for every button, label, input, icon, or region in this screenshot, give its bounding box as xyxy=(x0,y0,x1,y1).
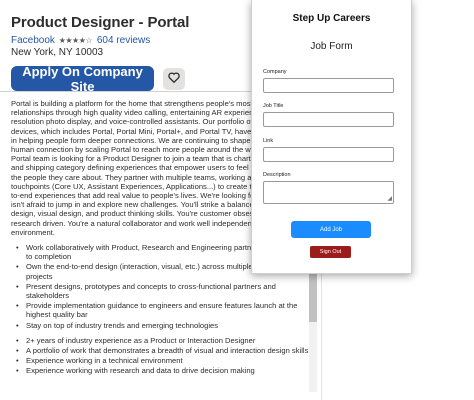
sign-out-button[interactable]: Sign Out xyxy=(310,246,351,258)
job-form-panel: Step Up Careers Job Form Company Job Tit… xyxy=(251,0,412,274)
list-item: A portfolio of work that demonstrates a … xyxy=(16,346,311,355)
list-item: Experience working in a technical enviro… xyxy=(16,356,311,365)
qualifications-list: 2+ years of industry experience as a Pro… xyxy=(16,336,311,376)
save-job-button[interactable] xyxy=(163,67,185,90)
company-input[interactable] xyxy=(263,78,394,93)
reviews-link[interactable]: 604 reviews xyxy=(97,35,150,46)
add-job-button[interactable]: Add Job xyxy=(291,221,371,238)
resize-handle-icon[interactable]: ◢ xyxy=(387,196,392,202)
rating-stars: ★★★★☆ xyxy=(58,36,93,45)
company-label: Company xyxy=(263,69,287,75)
form-title: Job Form xyxy=(310,41,353,52)
list-item: Experience working with research and dat… xyxy=(16,366,311,375)
job-title-input[interactable] xyxy=(263,112,394,127)
heart-icon xyxy=(168,70,180,88)
job-title-label: Job Title xyxy=(263,103,284,109)
description-label: Description xyxy=(263,172,291,178)
link-label: Link xyxy=(263,138,274,144)
description-textarea[interactable]: ◢ xyxy=(263,181,394,204)
list-item: Present designs, prototypes and concepts… xyxy=(16,282,311,300)
list-item: Stay on top of industry trends and emerg… xyxy=(16,321,311,330)
panel-title: Step Up Careers xyxy=(292,13,371,24)
apply-on-company-site-button[interactable]: Apply On Company Site xyxy=(11,64,154,94)
list-item: Provide implementation guidance to engin… xyxy=(16,301,311,319)
list-item: 2+ years of industry experience as a Pro… xyxy=(16,336,311,345)
company-link[interactable]: Facebook xyxy=(11,35,55,46)
link-input[interactable] xyxy=(263,147,394,162)
